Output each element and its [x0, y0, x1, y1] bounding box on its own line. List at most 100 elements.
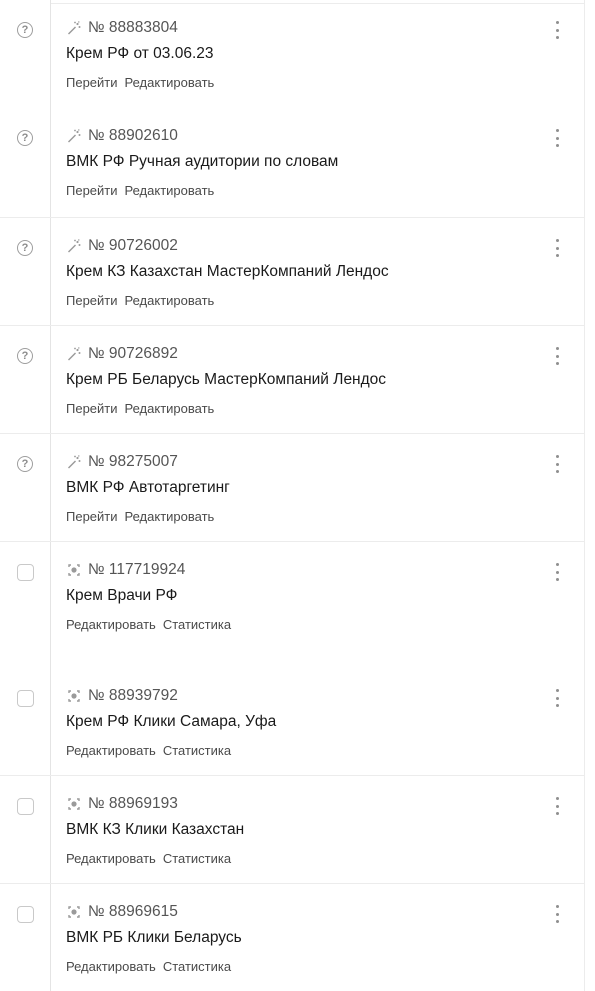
more-vertical-icon[interactable]	[548, 795, 566, 817]
strategy-wand-icon	[66, 20, 82, 36]
row-status-column	[0, 218, 51, 326]
more-vertical-icon[interactable]	[548, 19, 566, 41]
row-checkbox[interactable]	[15, 904, 35, 924]
campaign-id-line: № 98275007	[66, 453, 178, 471]
campaign-id: № 117719924	[88, 561, 186, 578]
campaign-id-line: № 90726892	[66, 345, 178, 363]
edit-link[interactable]: Редактировать	[125, 509, 215, 524]
campaign-list: ? № 88883804 Крем РФ от 03.06.23 Перейти Ред…	[0, 0, 595, 991]
statistics-link[interactable]: Статистика	[163, 743, 231, 758]
edit-link[interactable]: Редактировать	[125, 293, 215, 308]
campaign-id-line: № 88969193	[66, 795, 178, 813]
more-vertical-icon[interactable]	[548, 561, 566, 583]
row-status-column	[0, 326, 51, 434]
question-circle-icon[interactable]: ?	[15, 346, 35, 366]
more-vertical-icon[interactable]	[548, 345, 566, 367]
campaign-id: № 90726002	[88, 237, 178, 254]
row-checkbox[interactable]	[15, 688, 35, 708]
strategy-target-icon	[66, 796, 82, 812]
edit-link[interactable]: Редактировать	[66, 851, 156, 866]
campaign-actions: Перейти Редактировать	[66, 183, 214, 198]
row-status-column	[0, 776, 51, 884]
campaign-id: № 88902610	[88, 127, 178, 144]
row-status-column	[0, 434, 51, 542]
campaign-title: ВМК КЗ Клики Казахстан	[66, 821, 245, 838]
campaign-actions: Редактировать Статистика	[66, 617, 231, 632]
question-circle-icon[interactable]: ?	[15, 238, 35, 258]
edit-link[interactable]: Редактировать	[125, 401, 215, 416]
row-right-border	[584, 884, 585, 991]
campaign-title: Крем КЗ Казахстан МастерКомпаний Лендос	[66, 263, 389, 280]
campaign-title: ВМК РФ Автотаргетинг	[66, 479, 230, 496]
campaign-actions: Редактировать Статистика	[66, 743, 231, 758]
strategy-target-icon	[66, 688, 82, 704]
edit-link[interactable]: Редактировать	[66, 959, 156, 974]
row-right-border	[584, 434, 585, 542]
campaign-row: ? № 88902610 ВМК РФ Ручная аудитории по сл…	[0, 108, 595, 218]
strategy-target-icon	[66, 904, 82, 920]
row-right-border	[584, 326, 585, 434]
edit-link[interactable]: Редактировать	[125, 75, 215, 90]
row-right-border	[584, 218, 585, 326]
campaign-title: ВМК РБ Клики Беларусь	[66, 929, 242, 946]
campaign-id: № 88969615	[88, 903, 178, 920]
strategy-target-icon	[66, 562, 82, 578]
strategy-wand-icon	[66, 128, 82, 144]
row-checkbox[interactable]	[15, 562, 35, 582]
campaign-row: № 88969615 ВМК РБ Клики Беларусь Редактиро…	[0, 884, 595, 991]
go-link[interactable]: Перейти	[66, 401, 118, 416]
row-status-column	[0, 108, 51, 218]
row-right-border	[584, 0, 585, 108]
campaign-id: № 90726892	[88, 345, 178, 362]
more-vertical-icon[interactable]	[548, 127, 566, 149]
campaign-title: ВМК РФ Ручная аудитории по словам	[66, 153, 339, 170]
question-circle-icon[interactable]: ?	[15, 128, 35, 148]
go-link[interactable]: Перейти	[66, 183, 118, 198]
campaign-id-line: № 90726002	[66, 237, 178, 255]
campaign-title: Крем РБ Беларусь МастерКомпаний Лендос	[66, 371, 387, 388]
campaign-actions: Перейти Редактировать	[66, 509, 214, 524]
more-vertical-icon[interactable]	[548, 903, 566, 925]
row-right-border	[584, 108, 585, 218]
edit-link[interactable]: Редактировать	[66, 617, 156, 632]
go-link[interactable]: Перейти	[66, 293, 118, 308]
more-vertical-icon[interactable]	[548, 687, 566, 709]
campaign-row: № 88969193 ВМК КЗ Клики Казахстан Редактир…	[0, 776, 595, 884]
campaign-row: ? № 90726892 Крем РБ Беларусь МастерКомпан…	[0, 326, 595, 434]
statistics-link[interactable]: Статистика	[163, 617, 231, 632]
more-vertical-icon[interactable]	[548, 453, 566, 475]
edit-link[interactable]: Редактировать	[66, 743, 156, 758]
row-right-border	[584, 542, 585, 668]
strategy-wand-icon	[66, 454, 82, 470]
campaign-id: № 88883804	[88, 19, 178, 36]
row-status-column	[0, 884, 51, 991]
statistics-link[interactable]: Статистика	[163, 959, 231, 974]
campaign-title: Крем Врачи РФ	[66, 587, 178, 604]
go-link[interactable]: Перейти	[66, 75, 118, 90]
campaign-id: № 98275007	[88, 453, 178, 470]
campaign-row: ? № 88883804 Крем РФ от 03.06.23 Перейти Ред…	[0, 0, 595, 108]
more-vertical-icon[interactable]	[548, 237, 566, 259]
statistics-link[interactable]: Статистика	[163, 851, 231, 866]
campaign-id: № 88939792	[88, 687, 178, 704]
campaign-row: № 88939792 Крем РФ Клики Самара, Уфа Редак…	[0, 668, 595, 776]
campaign-actions: Перейти Редактировать	[66, 75, 214, 90]
campaign-title: Крем РФ от 03.06.23	[66, 45, 214, 62]
campaign-actions: Перейти Редактировать	[66, 401, 214, 416]
edit-link[interactable]: Редактировать	[125, 183, 215, 198]
campaign-id-line: № 117719924	[66, 561, 185, 579]
campaign-row: ? № 90726002 Крем КЗ Казахстан МастерКомпа…	[0, 218, 595, 326]
question-circle-icon[interactable]: ?	[15, 20, 35, 40]
campaign-row: № 117719924 Крем Врачи РФ Редактировать Ста…	[0, 542, 595, 668]
row-status-column	[0, 0, 51, 108]
strategy-wand-icon	[66, 238, 82, 254]
campaign-id-line: № 88939792	[66, 687, 178, 705]
row-checkbox[interactable]	[15, 796, 35, 816]
campaign-id-line: № 88902610	[66, 127, 178, 145]
campaign-row: ? № 98275007 ВМК РФ Автотаргетинг Перейти Ре…	[0, 434, 595, 542]
row-right-border	[584, 776, 585, 884]
campaign-id-line: № 88969615	[66, 903, 178, 921]
row-status-column	[0, 542, 51, 668]
question-circle-icon[interactable]: ?	[15, 454, 35, 474]
go-link[interactable]: Перейти	[66, 509, 118, 524]
